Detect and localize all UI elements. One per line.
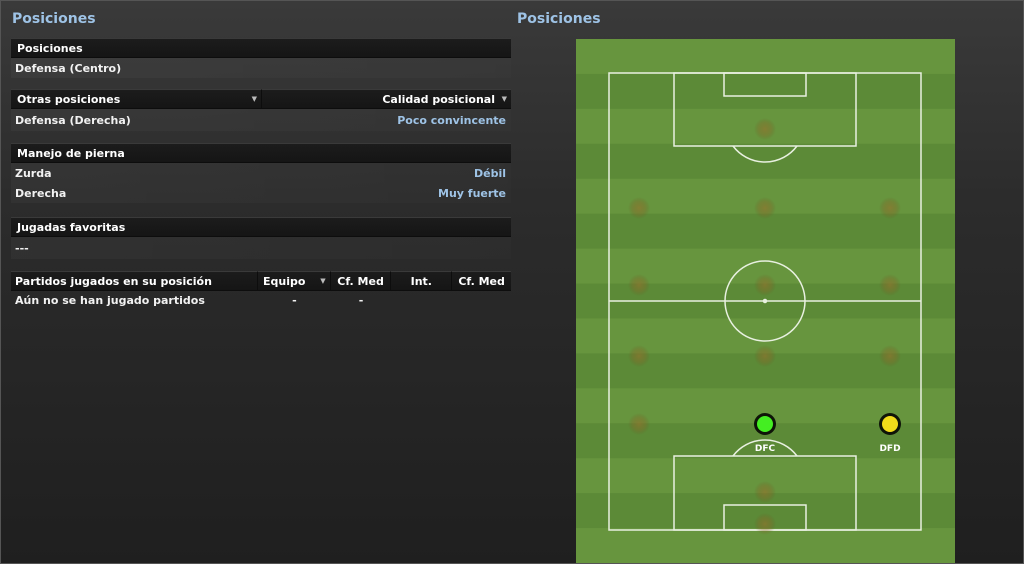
position-slot[interactable] [879, 274, 901, 296]
positional-quality-header: Calidad posicional [382, 92, 495, 106]
marker-dot[interactable] [882, 416, 898, 432]
position-slot[interactable] [754, 197, 776, 219]
right-foot-value[interactable]: Muy fuerte [438, 187, 506, 200]
list-item: --- [11, 237, 511, 259]
other-position-quality[interactable]: Poco convincente [397, 114, 506, 127]
column-header: Partidos jugados en su posición [11, 271, 259, 291]
pitch-stripe [576, 39, 955, 75]
pitch-stripe [576, 73, 955, 110]
footedness-section: Manejo de pierna Zurda Débil Derecha Muy… [11, 143, 511, 203]
column-header[interactable]: Int. [391, 271, 453, 291]
matches-table-header: Partidos jugados en su posición Equipo ▼… [11, 271, 511, 291]
position-slot[interactable] [879, 345, 901, 367]
sort-arrow-icon: ▼ [251, 95, 257, 103]
position-slot[interactable] [628, 345, 650, 367]
column-header[interactable]: Cf. Med [452, 271, 511, 291]
left-foot-value[interactable]: Débil [474, 167, 506, 180]
favourite-moves-header: Jugadas favoritas [11, 217, 511, 237]
table-row: Aún no se han jugado partidos - - [11, 291, 511, 309]
column-header: Equipo [263, 274, 306, 288]
positions-panel: Posiciones Defensa (Centro) Otras posici… [11, 38, 511, 320]
marker-label: DFD [879, 444, 900, 454]
page-title: Posiciones [12, 11, 96, 27]
favourite-moves-section: Jugadas favoritas --- [11, 217, 511, 259]
pitch-diagram: DFC DFD [576, 39, 955, 564]
position-slot[interactable] [879, 197, 901, 219]
column-header[interactable]: Cf. Med [330, 271, 392, 291]
position-slot[interactable] [628, 413, 650, 435]
right-foot-label: Derecha [15, 186, 67, 200]
positional-quality-sort[interactable]: Calidad posicional ▼ [262, 89, 511, 109]
position-slot[interactable] [754, 481, 776, 503]
other-positions-sort[interactable]: Otras posiciones ▼ [11, 89, 262, 109]
position-slot[interactable] [754, 345, 776, 367]
positions-section: Posiciones Defensa (Centro) [11, 38, 511, 78]
marker-label: DFC [755, 444, 776, 454]
position-slot[interactable] [754, 513, 776, 535]
table-cell: Aún no se han jugado partidos [15, 293, 205, 307]
table-cell: - [292, 293, 297, 307]
position-slot[interactable] [754, 274, 776, 296]
table-cell: - [358, 293, 364, 307]
natural-position-value: Defensa (Centro) [15, 61, 122, 75]
list-item: Defensa (Derecha) Poco convincente [11, 109, 511, 131]
sort-arrow-icon: ▼ [501, 95, 507, 103]
other-positions-section: Otras posiciones ▼ Calidad posicional ▼ … [11, 89, 511, 131]
matches-section: Partidos jugados en su posición Equipo ▼… [11, 271, 511, 309]
other-positions-header: Otras posiciones [17, 92, 121, 106]
other-position-name: Defensa (Derecha) [15, 113, 131, 127]
pitch-svg: DFC DFD [576, 39, 955, 564]
footedness-header: Manejo de pierna [11, 143, 511, 163]
left-foot-label: Zurda [15, 166, 52, 180]
positions-header: Posiciones [11, 38, 511, 58]
list-item: Zurda Débil [11, 163, 511, 183]
position-slot[interactable] [754, 118, 776, 140]
position-slot[interactable] [628, 274, 650, 296]
marker-dot[interactable] [757, 416, 773, 432]
natural-position: Defensa (Centro) [11, 58, 511, 78]
sort-arrow-icon: ▼ [320, 277, 326, 285]
position-slot[interactable] [628, 197, 650, 219]
favourite-moves-value: --- [15, 241, 29, 255]
pitch-title: Posiciones [517, 11, 601, 27]
team-column-sort[interactable]: Equipo ▼ [258, 271, 331, 291]
list-item: Derecha Muy fuerte [11, 183, 511, 203]
